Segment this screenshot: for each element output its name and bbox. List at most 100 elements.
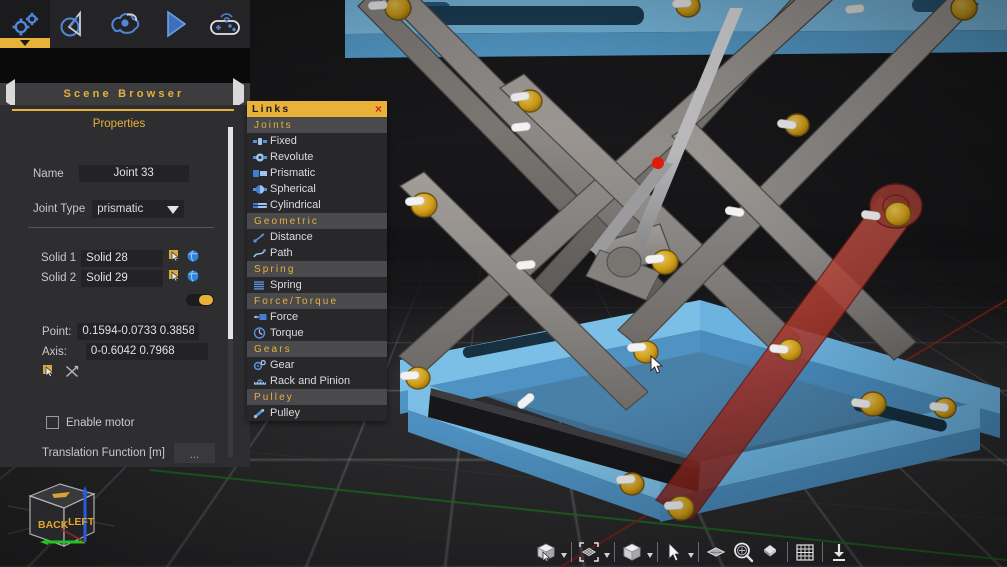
joint-type-label: Joint Type — [33, 203, 86, 215]
fixed-joint-icon — [252, 137, 267, 146]
joint-type-row: Joint Type prismatic — [33, 200, 185, 218]
menu-item-distance[interactable]: Distance — [247, 229, 387, 245]
panel-prev-icon[interactable] — [6, 79, 15, 108]
select-solid-icon — [536, 543, 556, 563]
select-face-caret-icon[interactable] — [604, 553, 610, 558]
name-input[interactable] — [78, 165, 189, 182]
menu-item-label: Force — [270, 311, 299, 323]
solid2-input[interactable] — [81, 269, 164, 287]
solid1-row: Solid 1 — [41, 249, 199, 267]
toolbar-separator — [657, 542, 658, 562]
cylindrical-joint-icon — [252, 201, 267, 210]
export-button[interactable] — [827, 539, 851, 565]
menu-group-pulley: Pulley — [247, 389, 387, 405]
solid2-pick-icon[interactable] — [169, 269, 181, 287]
point-input[interactable] — [77, 323, 200, 340]
mesh-visibility-button[interactable] — [703, 539, 729, 565]
menu-group-joints: Joints — [247, 117, 387, 133]
display-mode-button[interactable] — [619, 539, 645, 565]
enable-motor-label: Enable motor — [66, 416, 135, 429]
menu-item-rack-and-pinion[interactable]: Rack and Pinion — [247, 373, 387, 389]
shading-button[interactable] — [757, 539, 783, 565]
view-cube[interactable]: BACK LEFT — [7, 472, 118, 564]
menu-item-label: Rack and Pinion — [270, 375, 351, 387]
name-label: Name — [33, 167, 64, 180]
select-face-button[interactable] — [576, 539, 602, 565]
select-face-icon — [579, 542, 599, 562]
translation-function-button[interactable]: ... — [173, 443, 215, 463]
menu-item-label: Distance — [270, 231, 313, 243]
section-divider — [28, 227, 214, 228]
toolbar-button-dynamics[interactable] — [100, 0, 150, 48]
torque-icon — [252, 327, 267, 339]
dynamics-icon — [111, 13, 140, 34]
menu-item-force[interactable]: Force — [247, 309, 387, 325]
menu-item-pulley[interactable]: Pulley — [247, 405, 387, 421]
menu-item-label: Spring — [270, 279, 302, 291]
translation-function-label: Translation Function [m] — [42, 447, 165, 459]
joint-type-select[interactable]: prismatic — [92, 200, 185, 218]
menu-item-label: Fixed — [270, 135, 297, 147]
pointer-tool-caret-icon[interactable] — [688, 553, 694, 558]
menu-item-path[interactable]: Path — [247, 245, 387, 261]
menu-item-label: Pulley — [270, 407, 300, 419]
menu-item-torque[interactable]: Torque — [247, 325, 387, 341]
select-solid-caret-icon[interactable] — [561, 553, 567, 558]
toolbar-button-run-simulation[interactable] — [150, 0, 200, 48]
display-mode-icon — [622, 543, 642, 561]
view-cube-face-left: LEFT — [68, 516, 95, 528]
links-menu-title: Links — [252, 103, 291, 115]
zoom-fit-button[interactable] — [729, 539, 757, 565]
toolbar-separator — [698, 542, 699, 562]
spring-icon — [252, 280, 267, 291]
pointer-icon — [668, 541, 682, 562]
menu-item-spring[interactable]: Spring — [247, 277, 387, 293]
axis-input[interactable] — [85, 343, 208, 360]
axis-pick-icon[interactable] — [43, 365, 56, 383]
download-icon — [833, 544, 845, 561]
select-solid-button[interactable] — [533, 539, 559, 565]
solid1-label: Solid 1 — [41, 252, 77, 264]
close-icon[interactable]: × — [375, 103, 382, 115]
menu-item-label: Path — [270, 247, 293, 259]
axis-tools — [43, 365, 79, 383]
toolbar-button-control[interactable] — [200, 0, 250, 48]
flip-axis-icon[interactable] — [65, 365, 79, 383]
menu-item-revolute[interactable]: Revolute — [247, 149, 387, 165]
joint-enable-toggle[interactable] — [186, 294, 214, 306]
menu-item-spherical[interactable]: Spherical — [247, 181, 387, 197]
controller-icon — [210, 13, 240, 35]
properties-panel: Properties Name Joint Type prismatic — [0, 105, 250, 467]
display-mode-caret-icon[interactable] — [647, 553, 653, 558]
toolbar-button-mechanism[interactable] — [0, 0, 50, 48]
properties-heading: Properties — [92, 118, 146, 130]
links-menu-header[interactable]: Links × — [247, 101, 387, 117]
main-toolbar — [0, 0, 250, 48]
panel-next-icon[interactable] — [233, 78, 244, 109]
properties-scrollbar[interactable] — [228, 127, 233, 457]
rack-and-pinion-icon — [252, 376, 267, 387]
menu-item-fixed[interactable]: Fixed — [247, 133, 387, 149]
properties-scrollbar-thumb[interactable] — [228, 127, 233, 339]
menu-item-label: Prismatic — [270, 167, 316, 179]
menu-item-cylindrical[interactable]: Cylindrical — [247, 197, 387, 213]
menu-item-prismatic[interactable]: Prismatic — [247, 165, 387, 181]
toolbar-button-kinematics[interactable] — [50, 0, 100, 48]
pointer-tool-button[interactable] — [662, 539, 686, 565]
scene-browser-titlebar[interactable]: Scene Browser — [0, 78, 250, 109]
translation-function-row: Translation Function [m] ... — [42, 443, 215, 463]
solid1-pick-icon[interactable] — [169, 249, 181, 267]
point-row: Point: — [42, 323, 200, 340]
path-icon — [252, 248, 267, 259]
prismatic-joint-icon — [252, 169, 267, 178]
toolbar-separator — [571, 542, 572, 562]
joint-type-value: prismatic — [97, 203, 144, 215]
grid-toggle-button[interactable] — [792, 539, 818, 565]
solid2-globe-icon[interactable] — [187, 269, 199, 287]
menu-item-gear[interactable]: Gear — [247, 357, 387, 373]
solid1-globe-icon[interactable] — [187, 249, 199, 267]
shading-icon — [764, 545, 776, 557]
view-cube-face-back: BACK — [38, 519, 69, 531]
solid1-input[interactable] — [81, 249, 164, 267]
enable-motor-checkbox[interactable] — [46, 416, 59, 429]
